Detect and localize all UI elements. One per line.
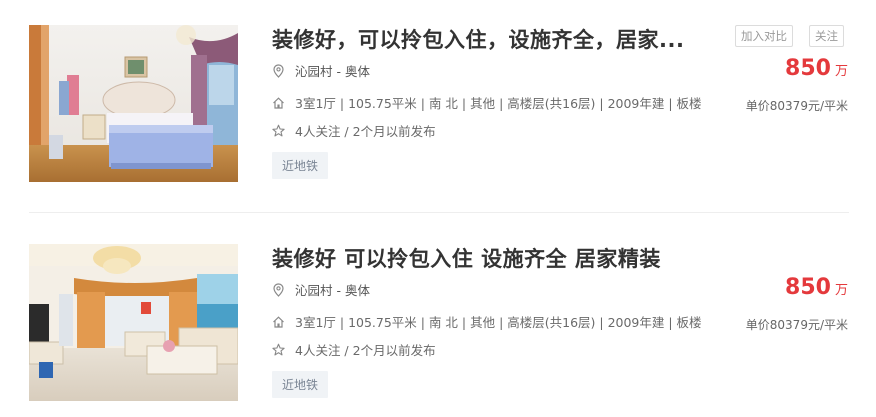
house-info-text: 3室1厅 | 105.75平米 | 南 北 | 其他 | 高楼层(共16层) |…	[295, 315, 702, 330]
tag-near-subway[interactable]: 近地铁	[272, 152, 329, 179]
unit-price: 单价80379元/平米	[745, 99, 848, 113]
add-to-compare-button[interactable]: 加入对比	[735, 25, 793, 47]
star-icon	[272, 343, 285, 355]
listing-photo-living-room[interactable]	[29, 244, 238, 401]
price-unit: 万	[834, 64, 848, 79]
unit-price: 单价80379元/平米	[745, 318, 848, 332]
follow-info-text: 4人关注 / 2个月以前发布	[295, 343, 436, 358]
house-icon	[273, 315, 284, 328]
house-info-row: 3室1厅 | 105.75平米 | 南 北 | 其他 | 高楼层(共16层) |…	[272, 312, 702, 331]
follow-info-row: 4人关注 / 2个月以前发布	[272, 340, 436, 359]
location-pin-icon	[273, 282, 284, 297]
listing-divider	[29, 212, 849, 213]
location-link[interactable]: 沁园村 - 奥体	[295, 61, 370, 80]
total-price: 850 万	[785, 275, 848, 300]
location-pin-icon	[273, 63, 284, 78]
location-link[interactable]: 沁园村 - 奥体	[295, 280, 370, 299]
price-number: 850	[785, 275, 831, 300]
total-price: 850 万	[785, 56, 848, 81]
star-icon	[272, 124, 285, 136]
listing-title[interactable]: 装修好 可以拎包入住 设施齐全 居家精装	[272, 243, 661, 273]
house-info-row: 3室1厅 | 105.75平米 | 南 北 | 其他 | 高楼层(共16层) |…	[272, 93, 702, 112]
house-icon	[273, 96, 284, 109]
location-row: 沁园村 - 奥体	[272, 280, 370, 299]
listing-photo-bedroom[interactable]	[29, 25, 238, 182]
follow-info-row: 4人关注 / 2个月以前发布	[272, 121, 436, 140]
price-unit: 万	[834, 283, 848, 298]
follow-info-text: 4人关注 / 2个月以前发布	[295, 124, 436, 139]
listing-title[interactable]: 装修好，可以拎包入住，设施齐全，居家...	[272, 24, 684, 54]
follow-button[interactable]: 关注	[809, 25, 844, 47]
price-number: 850	[785, 56, 831, 81]
tag-near-subway[interactable]: 近地铁	[272, 371, 329, 398]
location-row: 沁园村 - 奥体	[272, 61, 370, 80]
house-info-text: 3室1厅 | 105.75平米 | 南 北 | 其他 | 高楼层(共16层) |…	[295, 96, 702, 111]
